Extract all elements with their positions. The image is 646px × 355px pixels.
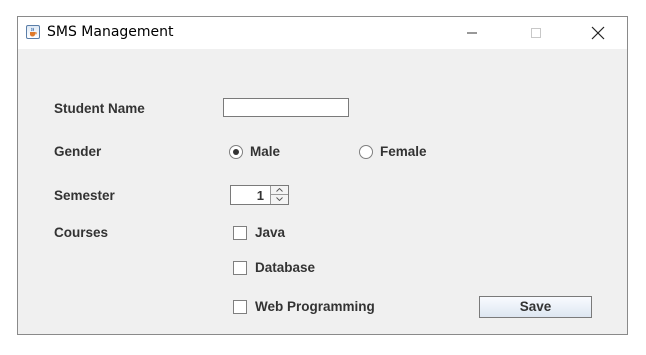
chevron-down-icon xyxy=(276,197,283,201)
minimize-button[interactable] xyxy=(450,17,494,49)
female-radio[interactable] xyxy=(359,145,373,159)
spinner-up-button[interactable] xyxy=(270,186,288,195)
java-cup-icon xyxy=(26,25,40,39)
maximize-icon xyxy=(531,28,541,38)
male-radio[interactable] xyxy=(229,145,243,159)
minimize-icon xyxy=(467,32,477,34)
courses-label: Courses xyxy=(54,225,109,240)
semester-label: Semester xyxy=(54,188,115,203)
java-checkbox-label[interactable]: Java xyxy=(255,225,285,240)
form-panel: Student Name Gender Male Female Semester… xyxy=(18,49,627,334)
window-title: SMS Management xyxy=(47,24,174,40)
female-radio-label[interactable]: Female xyxy=(380,144,427,159)
title-bar[interactable]: SMS Management xyxy=(18,17,627,49)
web-programming-checkbox[interactable] xyxy=(233,300,247,314)
save-button[interactable]: Save xyxy=(479,296,592,318)
student-name-input[interactable] xyxy=(223,98,349,117)
semester-value[interactable]: 1 xyxy=(257,188,264,203)
database-checkbox-label[interactable]: Database xyxy=(255,260,315,275)
male-radio-label[interactable]: Male xyxy=(250,144,280,159)
close-icon xyxy=(591,26,605,40)
radio-selected-dot xyxy=(233,149,239,155)
maximize-button[interactable] xyxy=(514,17,558,49)
student-name-label: Student Name xyxy=(54,101,145,116)
database-checkbox[interactable] xyxy=(233,261,247,275)
app-window: SMS Management Student Name Gender Male … xyxy=(17,16,628,335)
chevron-up-icon xyxy=(276,188,283,192)
spinner-down-button[interactable] xyxy=(270,195,288,204)
semester-spinner[interactable]: 1 xyxy=(230,185,289,205)
java-checkbox[interactable] xyxy=(233,226,247,240)
gender-label: Gender xyxy=(54,144,102,159)
close-button[interactable] xyxy=(576,17,620,49)
web-programming-checkbox-label[interactable]: Web Programming xyxy=(255,299,375,314)
